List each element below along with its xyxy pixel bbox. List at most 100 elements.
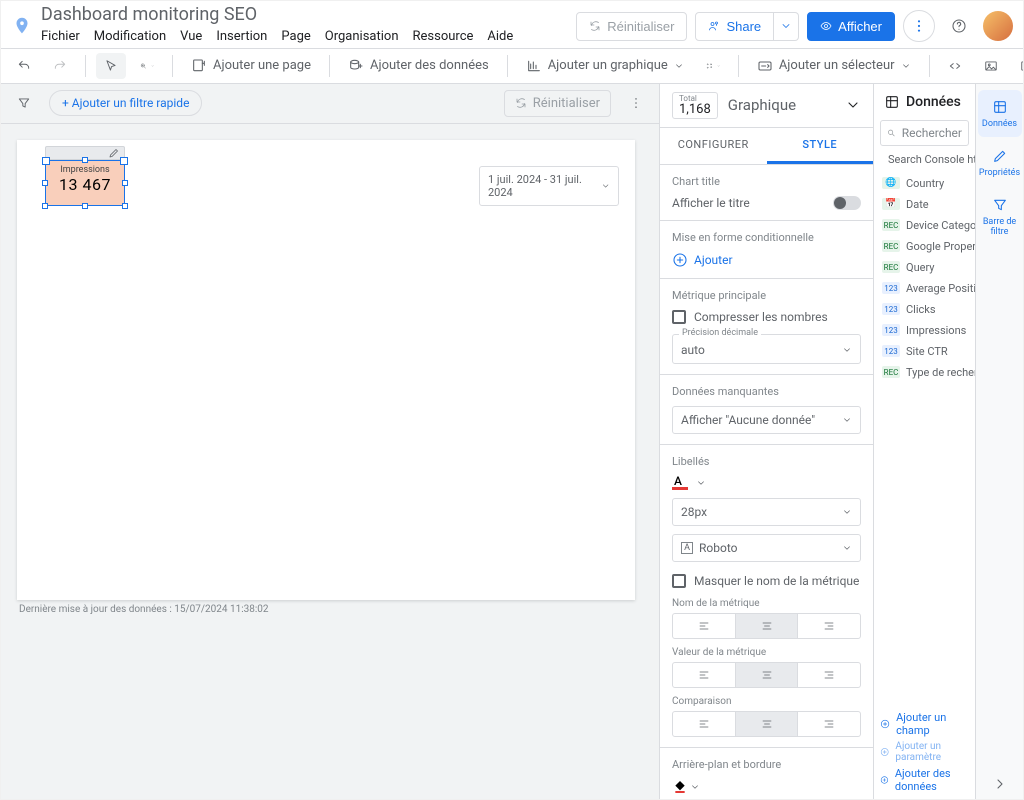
view-button[interactable]: Afficher: [807, 12, 895, 41]
menu-modification[interactable]: Modification: [94, 29, 166, 44]
image-button[interactable]: [976, 53, 1006, 79]
align-left[interactable]: [673, 663, 735, 687]
field-clicks[interactable]: 123Clicks: [874, 299, 975, 320]
separator: [738, 55, 739, 77]
add-page-button[interactable]: Ajouter une page: [183, 53, 319, 79]
chevron-down-icon: [842, 507, 852, 517]
add-chart-label: Ajouter un graphique: [548, 58, 668, 73]
text-button[interactable]: [1012, 53, 1024, 79]
align-right[interactable]: [797, 663, 860, 687]
rail-properties[interactable]: Propriétés: [978, 139, 1022, 186]
community-viz-button[interactable]: [698, 53, 728, 79]
align-center[interactable]: [735, 663, 798, 687]
chart-type-indicator[interactable]: Total 1,168: [672, 92, 718, 119]
data-panel-title: Données: [874, 84, 975, 120]
decimal-precision-value[interactable]: auto: [681, 343, 705, 357]
missing-data-select[interactable]: Afficher "Aucune donnée": [672, 406, 861, 434]
rail-filterbar[interactable]: Barre de filtre: [978, 188, 1022, 245]
more-options[interactable]: [903, 10, 935, 42]
menu-insertion[interactable]: Insertion: [216, 29, 267, 44]
menu-vue[interactable]: Vue: [180, 29, 202, 44]
fill-color-icon[interactable]: [672, 779, 688, 795]
hide-metric-name-checkbox[interactable]: [672, 574, 686, 588]
menu-page[interactable]: Page: [281, 29, 310, 44]
add-param-link[interactable]: Ajouter un paramètre: [880, 741, 969, 763]
rail-collapse[interactable]: [978, 769, 1022, 799]
add-cond-format[interactable]: Ajouter: [672, 252, 861, 268]
reset-filters-button[interactable]: Réinitialiser: [504, 90, 611, 117]
add-control-button[interactable]: Ajouter un sélecteur: [749, 53, 919, 79]
font-size-select[interactable]: 28px: [672, 498, 861, 526]
doc-title[interactable]: Dashboard monitoring SEO: [41, 5, 568, 25]
field-query[interactable]: RECQuery: [874, 257, 975, 278]
field-type-badge: REC: [882, 366, 900, 378]
rail-props-label: Propriétés: [979, 168, 1020, 178]
font-color-picker[interactable]: [672, 476, 688, 490]
bg-border-heading: Arrière-plan et bordure: [672, 758, 861, 771]
share-dropdown[interactable]: [774, 12, 799, 41]
field-average-position[interactable]: 123Average Position: [874, 278, 975, 299]
data-search-input[interactable]: Rechercher: [880, 120, 969, 146]
scorecard-chart[interactable]: Impressions 13 467: [45, 160, 125, 206]
search-icon: [887, 127, 896, 139]
undo-button[interactable]: [9, 53, 39, 79]
tab-configurer[interactable]: CONFIGURER: [660, 128, 767, 164]
date-range-control[interactable]: 1 juil. 2024 - 31 juil. 2024: [479, 166, 619, 206]
reset-button[interactable]: Réinitialiser: [576, 12, 687, 41]
chevron-down-icon: [601, 181, 610, 191]
field-label: Query: [906, 261, 935, 274]
align-right[interactable]: [797, 614, 860, 638]
chevron-down-icon[interactable]: [696, 478, 706, 488]
chart-title-heading: Chart title: [672, 175, 861, 188]
view-label: Afficher: [838, 19, 882, 34]
field-country[interactable]: 🌐Country: [874, 173, 975, 194]
align-left[interactable]: [673, 614, 735, 638]
font-family-select[interactable]: ARoboto: [672, 534, 861, 562]
zoom-tool[interactable]: [132, 53, 162, 79]
report-page[interactable]: Impressions 13 467 1 juil. 2024 - 31 jui…: [17, 140, 635, 600]
data-source-item[interactable]: Search Console https:…: [874, 146, 975, 173]
add-chart-button[interactable]: Ajouter un graphique: [518, 53, 692, 79]
add-field-link[interactable]: Ajouter un champ: [880, 711, 969, 737]
redo-button[interactable]: [45, 53, 75, 79]
field-google-property[interactable]: RECGoogle Property: [874, 236, 975, 257]
filter-more[interactable]: [621, 90, 651, 116]
chevron-down-icon: [842, 543, 852, 553]
field-type-de-recherche[interactable]: RECType de recherche: [874, 362, 975, 383]
field-site-ctr[interactable]: 123Site CTR: [874, 341, 975, 362]
field-device-category[interactable]: RECDevice Category: [874, 215, 975, 236]
field-label: Site CTR: [906, 345, 948, 358]
field-impressions[interactable]: 123Impressions: [874, 320, 975, 341]
embed-button[interactable]: [940, 53, 970, 79]
add-data-button[interactable]: Ajouter des données: [340, 53, 497, 79]
select-tool[interactable]: [96, 53, 126, 79]
field-type-badge: 123: [882, 324, 900, 336]
add-data-link[interactable]: Ajouter des données: [880, 767, 969, 793]
show-title-toggle[interactable]: [833, 196, 861, 210]
menu-ressource[interactable]: Ressource: [413, 29, 474, 44]
tab-style[interactable]: STYLE: [767, 128, 874, 164]
share-label: Share: [726, 19, 761, 34]
share-button[interactable]: Share: [695, 12, 774, 41]
align-center[interactable]: [735, 712, 798, 736]
align-center[interactable]: [735, 614, 798, 638]
scorecard-metric-label: Impressions: [50, 165, 120, 175]
compress-numbers-checkbox[interactable]: [672, 310, 686, 324]
menu-organisation[interactable]: Organisation: [325, 29, 399, 44]
align-right[interactable]: [797, 712, 860, 736]
help-button[interactable]: [943, 10, 975, 42]
menu-fichier[interactable]: Fichier: [41, 29, 80, 44]
add-quick-filter[interactable]: + Ajouter un filtre rapide: [49, 90, 202, 116]
rail-data[interactable]: Données: [978, 90, 1022, 137]
metric-value-align-label: Valeur de la métrique: [672, 647, 861, 658]
chevron-down-icon[interactable]: [842, 345, 852, 355]
user-avatar[interactable]: [983, 11, 1013, 41]
filter-icon[interactable]: [9, 90, 39, 116]
missing-data-heading: Données manquantes: [672, 385, 861, 398]
chevron-down-icon[interactable]: [690, 782, 700, 792]
field-date[interactable]: 📅Date: [874, 194, 975, 215]
menu-aide[interactable]: Aide: [487, 29, 513, 44]
menu-bar: Fichier Modification Vue Insertion Page …: [41, 25, 568, 48]
align-left[interactable]: [673, 712, 735, 736]
chevron-down-icon[interactable]: [845, 97, 861, 113]
